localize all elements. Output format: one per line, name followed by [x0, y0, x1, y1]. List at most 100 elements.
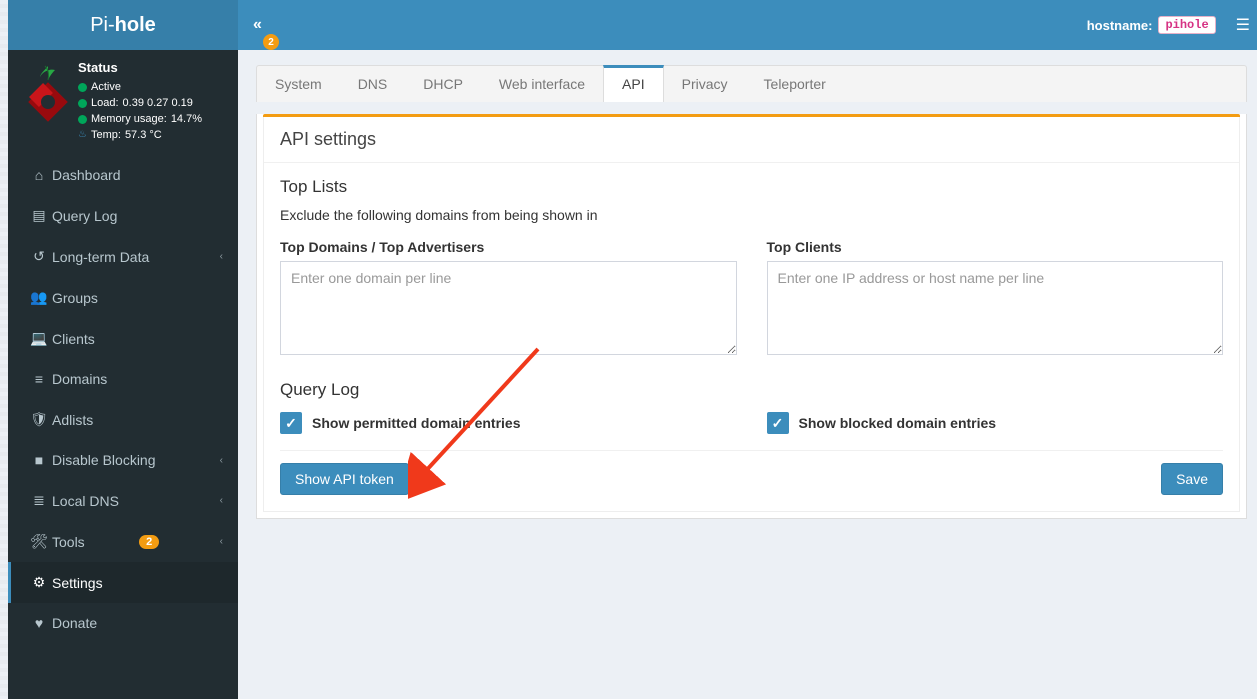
settings-tabs: System DNS DHCP Web interface API Privac… [256, 65, 1247, 102]
tools-icon: 🛠 [26, 533, 52, 550]
status-mem-value: 14.7% [171, 111, 202, 127]
chevron-left-icon: ‹ [220, 536, 223, 547]
shield-icon: 🛡 [26, 411, 52, 428]
show-api-token-button[interactable]: Show API token [280, 463, 409, 495]
sidebar-item-label: Local DNS [52, 493, 119, 509]
blocked-checkbox[interactable]: ✓ Show blocked domain entries [767, 412, 1224, 434]
top-clients-label: Top Clients [767, 239, 1224, 255]
sidebar-item-label: Settings [52, 575, 103, 591]
status-active-label: Active [91, 79, 121, 95]
sidebar-item-label: Clients [52, 331, 95, 347]
top-clients-textarea[interactable] [767, 261, 1224, 355]
list-icon: ≡ [26, 371, 52, 387]
sidebar-item-longterm[interactable]: ↺ Long-term Data ‹ [8, 236, 238, 277]
sidebar-collapse-button[interactable]: « 2 [253, 16, 283, 34]
status-memory: Memory usage: 14.7% [78, 111, 228, 127]
status-load-values: 0.39 0.27 0.19 [123, 95, 193, 111]
sidebar-item-label: Tools [52, 534, 85, 550]
hostname-value: pihole [1158, 16, 1215, 34]
top-domains-label: Top Domains / Top Advertisers [280, 239, 737, 255]
sidebar-item-label: Dashboard [52, 167, 121, 183]
sidebar: Pi-hole Status A [8, 0, 238, 699]
pihole-logo [18, 60, 78, 143]
hostname-display: hostname: pihole [1087, 16, 1216, 34]
checkbox-checked-icon: ✓ [767, 412, 789, 434]
brand-prefix: Pi- [90, 14, 114, 37]
sidebar-item-clients[interactable]: 💻 Clients [8, 318, 238, 359]
sidebar-item-label: Groups [52, 290, 98, 306]
tab-dns[interactable]: DNS [340, 66, 406, 102]
sidebar-item-querylog[interactable]: ▤ Query Log [8, 195, 238, 236]
status-temp: ♨ Temp: 57.3 °C [78, 127, 228, 143]
tab-teleporter[interactable]: Teleporter [746, 66, 844, 102]
sidebar-item-localdns[interactable]: ≣ Local DNS ‹ [8, 480, 238, 521]
sidebar-item-label: Disable Blocking [52, 452, 156, 468]
sidebar-item-label: Adlists [52, 412, 93, 428]
chevron-double-left-icon: « [253, 16, 257, 33]
querylog-heading: Query Log [280, 380, 1223, 400]
bars-icon: ☰ [1236, 17, 1250, 34]
status-load: Load: 0.39 0.27 0.19 [78, 95, 228, 111]
status-title: Status [78, 60, 228, 75]
sidebar-item-groups[interactable]: 👥 Groups [8, 277, 238, 318]
sidebar-item-tools[interactable]: 🛠 Tools 2 ‹ [8, 521, 238, 562]
sidebar-item-settings[interactable]: ⚙ Settings [8, 562, 238, 603]
status-temp-label: Temp: [91, 127, 121, 143]
sidebar-item-label: Donate [52, 615, 97, 631]
content: System DNS DHCP Web interface API Privac… [238, 50, 1257, 699]
brand[interactable]: Pi-hole [8, 0, 238, 50]
home-icon: ⌂ [26, 167, 52, 183]
dot-icon [78, 115, 87, 124]
permitted-label: Show permitted domain entries [312, 415, 520, 431]
history-icon: ↺ [26, 248, 52, 265]
chevron-left-icon: ‹ [220, 251, 223, 262]
status-mem-label: Memory usage: [91, 111, 167, 127]
pihole-logo-icon [25, 64, 71, 124]
list-icon: ≣ [26, 492, 52, 509]
sidebar-item-label: Long-term Data [52, 249, 149, 265]
sidebar-item-domains[interactable]: ≡ Domains [8, 359, 238, 399]
tab-api[interactable]: API [603, 65, 664, 102]
hostname-label: hostname: [1087, 18, 1153, 33]
main: « 2 hostname: pihole ☰ System DNS DHCP W… [238, 0, 1257, 699]
status-active: Active [78, 79, 228, 95]
sidebar-item-dashboard[interactable]: ⌂ Dashboard [8, 155, 238, 195]
brand-bold: hole [115, 14, 156, 37]
status-load-label: Load: [91, 95, 119, 111]
dot-icon [78, 99, 87, 108]
top-domains-textarea[interactable] [280, 261, 737, 355]
permitted-checkbox[interactable]: ✓ Show permitted domain entries [280, 412, 737, 434]
sidebar-item-label: Domains [52, 371, 107, 387]
file-icon: ▤ [26, 207, 52, 224]
gear-icon: ⚙ [26, 574, 52, 591]
status-block: Status Active Load: 0.39 0.27 0.19 Memor… [8, 50, 238, 155]
sidebar-item-disable[interactable]: ■ Disable Blocking ‹ [8, 440, 238, 480]
tab-system[interactable]: System [257, 66, 340, 102]
users-icon: 👥 [26, 289, 52, 306]
sidebar-nav: ⌂ Dashboard ▤ Query Log ↺ Long-term Data… [8, 155, 238, 643]
menu-toggle-button[interactable]: ☰ [1236, 15, 1250, 35]
settings-panel: API settings Top Lists Exclude the follo… [256, 114, 1247, 519]
toplists-sub: Exclude the following domains from being… [280, 207, 1223, 223]
save-button[interactable]: Save [1161, 463, 1223, 495]
topbar: « 2 hostname: pihole ☰ [238, 0, 1257, 50]
status-temp-value: 57.3 °C [125, 127, 162, 143]
dot-icon [78, 83, 87, 92]
notification-badge: 2 [263, 34, 279, 50]
fire-icon: ♨ [78, 127, 87, 143]
sidebar-item-donate[interactable]: ♥ Donate [8, 603, 238, 643]
stop-icon: ■ [26, 452, 52, 468]
chevron-left-icon: ‹ [220, 495, 223, 506]
panel-title: API settings [264, 117, 1239, 163]
checkbox-checked-icon: ✓ [280, 412, 302, 434]
blocked-label: Show blocked domain entries [799, 415, 997, 431]
toplists-heading: Top Lists [280, 177, 1223, 197]
chevron-left-icon: ‹ [220, 455, 223, 466]
tab-web[interactable]: Web interface [481, 66, 603, 102]
tab-privacy[interactable]: Privacy [664, 66, 746, 102]
tab-dhcp[interactable]: DHCP [405, 66, 481, 102]
heart-icon: ♥ [26, 615, 52, 631]
sidebar-item-adlists[interactable]: 🛡 Adlists [8, 399, 238, 440]
sidebar-item-label: Query Log [52, 208, 117, 224]
laptop-icon: 💻 [26, 330, 52, 347]
